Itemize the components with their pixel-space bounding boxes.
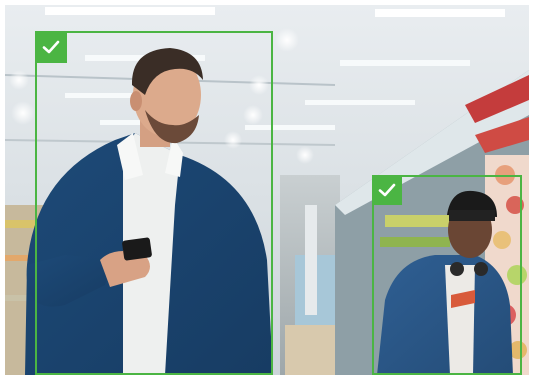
check-icon <box>42 40 60 54</box>
check-icon <box>378 183 396 197</box>
detection-box-person-2 <box>372 175 522 375</box>
verified-badge <box>372 175 402 205</box>
detection-box-person-1 <box>35 31 273 375</box>
verified-badge <box>35 31 67 63</box>
